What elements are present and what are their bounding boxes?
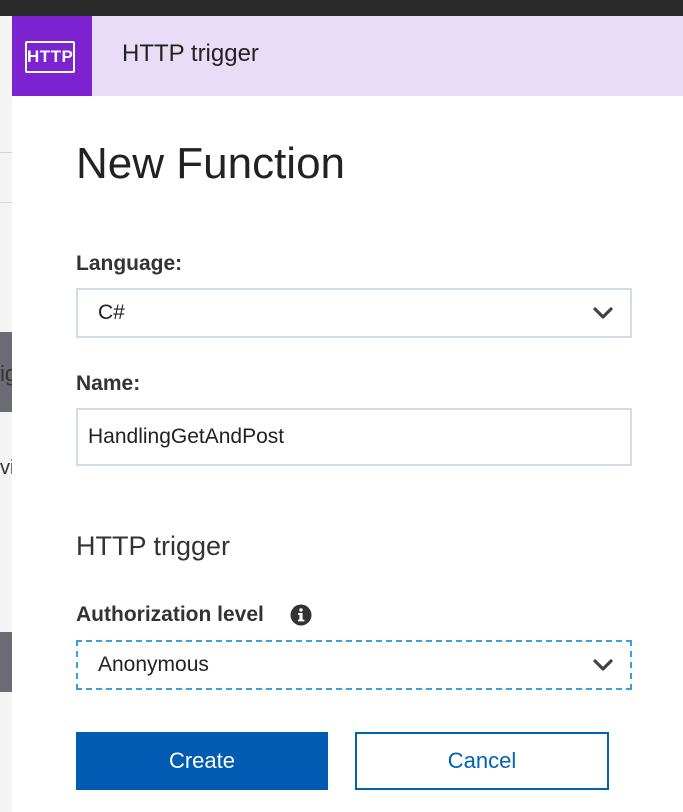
http-badge: HTTP <box>12 16 92 96</box>
background-dark-block <box>0 632 12 692</box>
authorization-label: Authorization level <box>76 603 264 626</box>
panel-header: HTTP HTTP trigger <box>12 16 683 96</box>
background-text-fragment: vi <box>0 457 12 479</box>
authorization-select[interactable]: Anonymous <box>76 640 632 690</box>
name-label: Name: <box>76 372 141 395</box>
language-selected-value: C# <box>98 301 125 324</box>
page-title: New Function <box>76 139 346 188</box>
section-title: HTTP trigger <box>76 531 231 561</box>
chevron-down-icon <box>593 659 613 671</box>
background-divider <box>0 152 12 153</box>
header-title: HTTP trigger <box>122 40 259 67</box>
language-select[interactable]: C# <box>76 288 632 338</box>
new-function-panel: HTTP HTTP trigger New Function Language:… <box>12 16 683 812</box>
window-top-bar <box>0 0 683 16</box>
background-app: ig vi <box>0 16 12 812</box>
name-input-value: HandlingGetAndPost <box>88 425 285 448</box>
chevron-down-icon <box>593 307 613 319</box>
language-label: Language: <box>76 252 183 275</box>
background-divider <box>0 202 12 203</box>
create-button[interactable]: Create <box>76 732 328 790</box>
info-icon[interactable] <box>290 604 312 626</box>
authorization-selected-value: Anonymous <box>98 653 209 676</box>
http-icon: HTTP <box>25 41 75 73</box>
name-field[interactable]: HandlingGetAndPost <box>76 408 632 466</box>
background-text-fragment: ig <box>0 362 12 386</box>
cancel-button[interactable]: Cancel <box>355 732 609 790</box>
